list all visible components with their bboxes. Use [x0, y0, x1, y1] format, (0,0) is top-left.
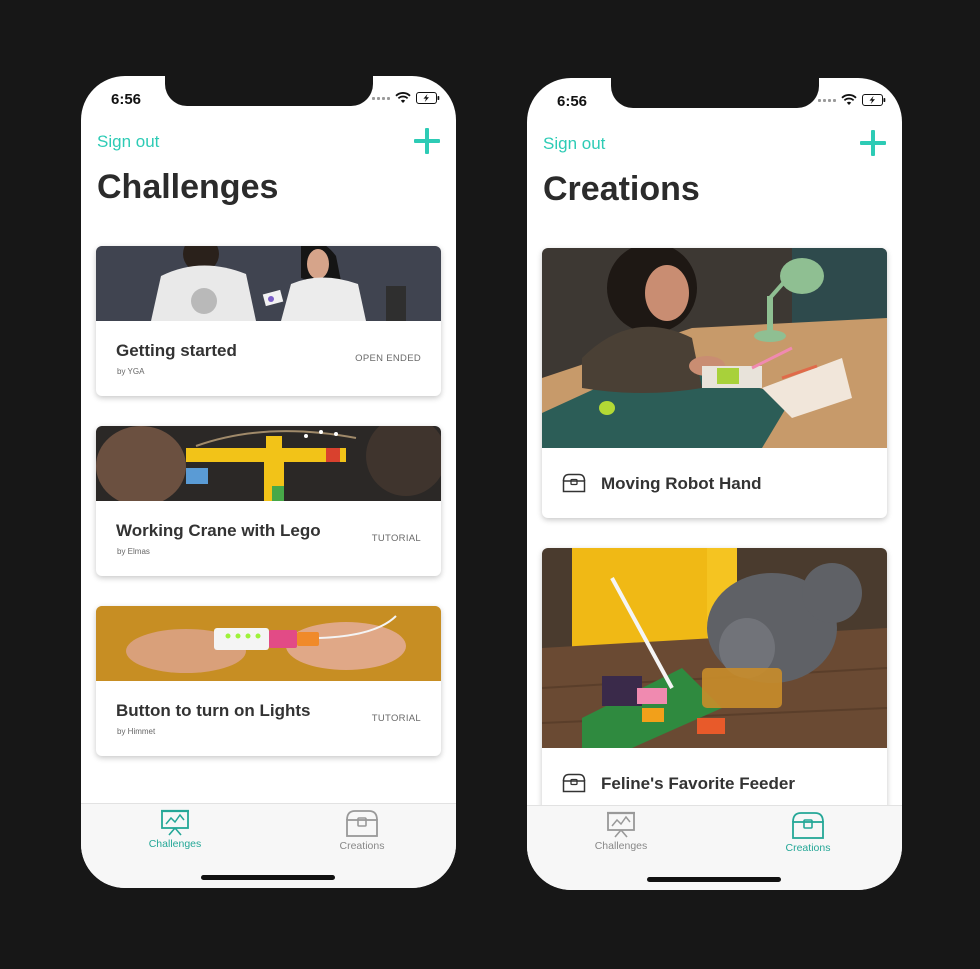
challenge-image — [96, 426, 441, 501]
challenge-card[interactable]: Getting started by YGA OPEN ENDED — [96, 246, 441, 396]
signal-icon — [818, 98, 836, 102]
tab-bar: Challenges Creations — [81, 803, 456, 888]
challenge-card[interactable]: Working Crane with Lego by Elmas TUTORIA… — [96, 426, 441, 576]
phone-challenges-screen: 6:56 Sign out Challenges Getting started… — [81, 76, 456, 888]
plus-icon[interactable] — [860, 130, 886, 156]
tab-label: Challenges — [148, 838, 202, 850]
wifi-icon — [395, 92, 411, 103]
challenge-title: Working Crane with Lego — [116, 521, 321, 540]
notch — [611, 78, 819, 108]
creation-info: Moving Robot Hand — [542, 448, 887, 518]
tab-label: Creations — [785, 842, 831, 854]
creation-image — [542, 248, 887, 448]
battery-icon — [862, 94, 886, 106]
tab-creations[interactable]: Creations — [302, 808, 422, 852]
sign-out-button[interactable]: Sign out — [97, 132, 159, 152]
challenge-info: Getting started by YGA OPEN ENDED — [96, 321, 441, 396]
page-title: Creations — [543, 170, 700, 208]
home-indicator[interactable] — [647, 877, 781, 882]
challenge-type-badge: OPEN ENDED — [355, 353, 421, 364]
status-icons — [372, 92, 440, 104]
wifi-icon — [841, 94, 857, 105]
creation-image — [542, 548, 887, 748]
chest-icon — [792, 812, 824, 839]
tab-challenges[interactable]: Challenges — [561, 810, 681, 852]
creation-card[interactable]: Feline's Favorite Feeder — [542, 548, 887, 818]
challenge-title: Button to turn on Lights — [116, 701, 311, 720]
status-time: 6:56 — [557, 93, 588, 110]
battery-icon — [416, 92, 440, 104]
challenge-info: Working Crane with Lego by Elmas TUTORIA… — [96, 501, 441, 576]
phone-creations-screen: 6:56 Sign out Creations Moving Robot Han… — [527, 78, 902, 890]
status-time: 6:56 — [111, 91, 142, 108]
home-indicator[interactable] — [201, 875, 335, 880]
tab-challenges[interactable]: Challenges — [115, 808, 235, 850]
sign-out-button[interactable]: Sign out — [543, 134, 605, 154]
challenge-image — [96, 606, 441, 681]
tab-label: Challenges — [594, 840, 648, 852]
easel-icon — [161, 809, 189, 836]
challenge-type-badge: TUTORIAL — [371, 713, 421, 724]
creation-title: Moving Robot Hand — [601, 474, 762, 493]
tab-creations[interactable]: Creations — [748, 810, 868, 854]
chest-icon — [346, 810, 378, 837]
challenge-image — [96, 246, 441, 321]
tab-label: Creations — [339, 840, 385, 852]
plus-icon[interactable] — [414, 128, 440, 154]
status-icons — [818, 94, 886, 106]
notch — [165, 76, 373, 106]
easel-icon — [607, 811, 635, 838]
challenge-card[interactable]: Button to turn on Lights by Himmet TUTOR… — [96, 606, 441, 756]
creation-card[interactable]: Moving Robot Hand — [542, 248, 887, 518]
challenge-type-badge: TUTORIAL — [371, 533, 421, 544]
challenge-author: by Himmet — [117, 727, 156, 736]
page-title: Challenges — [97, 168, 279, 206]
challenge-info: Button to turn on Lights by Himmet TUTOR… — [96, 681, 441, 756]
challenge-title: Getting started — [116, 341, 237, 360]
tab-bar: Challenges Creations — [527, 805, 902, 890]
chest-icon — [562, 773, 586, 793]
signal-icon — [372, 96, 390, 100]
chest-icon — [562, 473, 586, 493]
challenge-author: by YGA — [117, 367, 145, 376]
challenge-author: by Elmas — [117, 547, 150, 556]
creation-title: Feline's Favorite Feeder — [601, 774, 795, 793]
